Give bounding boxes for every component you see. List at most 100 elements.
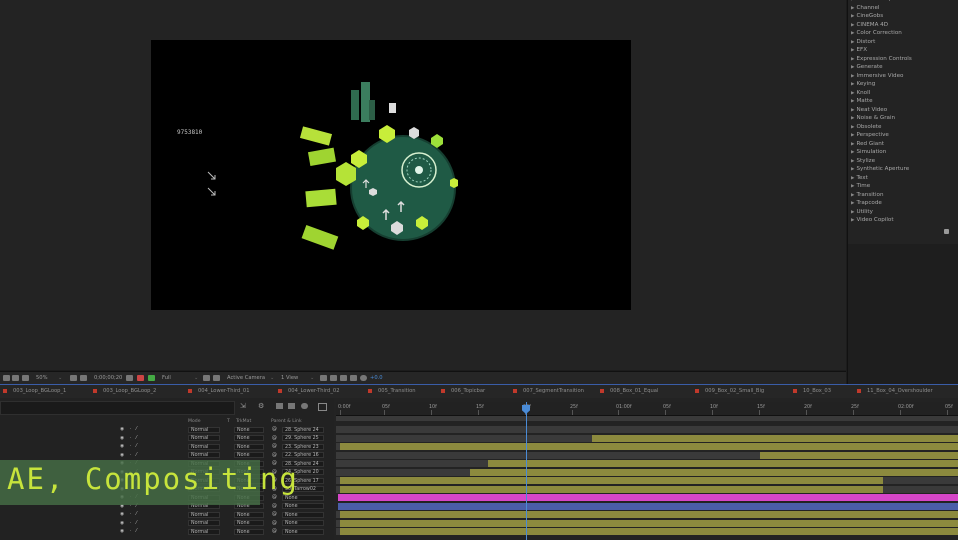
effect-category-item[interactable]: ▶ Matte bbox=[851, 97, 912, 106]
expand-triangle-icon[interactable]: ▶ bbox=[851, 193, 854, 198]
motion-blur-icon[interactable] bbox=[301, 403, 308, 409]
blend-mode-dropdown[interactable]: Normal bbox=[188, 426, 220, 433]
reset-exposure-icon[interactable] bbox=[330, 375, 337, 381]
layer-bar[interactable] bbox=[470, 468, 958, 476]
blend-mode-dropdown[interactable]: Normal bbox=[188, 520, 220, 526]
region-of-interest-icon[interactable] bbox=[203, 375, 210, 381]
camera-snapshot-icon[interactable] bbox=[126, 375, 133, 381]
expand-triangle-icon[interactable]: ▶ bbox=[851, 74, 854, 79]
layer-bar[interactable] bbox=[592, 434, 958, 442]
effect-category-item[interactable]: ▶ Immersive Video bbox=[851, 72, 912, 81]
effect-category-item[interactable]: ▶ CINEMA 4D bbox=[851, 21, 912, 30]
composition-tab[interactable]: 10_Box_03 bbox=[793, 385, 831, 398]
shy-switch-icon[interactable]: ⁄ bbox=[136, 520, 144, 528]
trkmat-dropdown[interactable]: None bbox=[234, 511, 264, 518]
expand-triangle-icon[interactable]: ▶ bbox=[851, 218, 854, 223]
views-chevron-icon[interactable]: ⌄ bbox=[310, 372, 314, 384]
composition-tab[interactable]: 008_Box_01_Equal bbox=[600, 385, 658, 398]
parent-dropdown[interactable]: None bbox=[282, 503, 324, 509]
effect-category-item[interactable]: ▶ Perspective bbox=[851, 131, 912, 140]
current-timecode[interactable]: 0;00;00;20 bbox=[94, 372, 122, 384]
expand-triangle-icon[interactable]: ▶ bbox=[851, 176, 854, 181]
blend-mode-dropdown[interactable]: Normal bbox=[188, 452, 220, 458]
effect-category-item[interactable]: ▶ Knoll bbox=[851, 89, 912, 98]
draft-3d-icon[interactable]: ⚙ bbox=[258, 402, 268, 410]
visibility-eye-icon[interactable]: ◉ bbox=[120, 528, 126, 536]
expand-triangle-icon[interactable]: ▶ bbox=[851, 31, 854, 36]
composition-tab[interactable]: 005_Transition bbox=[368, 385, 416, 398]
parent-dropdown[interactable]: 29. Sphere 25 bbox=[282, 435, 324, 441]
expand-triangle-icon[interactable]: ▶ bbox=[851, 40, 854, 45]
blend-mode-dropdown[interactable]: Normal bbox=[188, 443, 220, 450]
effect-category-item[interactable]: ▶ Color Correction bbox=[851, 29, 912, 38]
resolution-dropdown[interactable]: Full bbox=[162, 372, 171, 384]
effect-category-item[interactable]: ▶ Obsolete bbox=[851, 123, 912, 132]
effect-category-item[interactable]: ▶ Red Giant bbox=[851, 140, 912, 149]
parent-dropdown[interactable]: None bbox=[282, 511, 324, 518]
visibility-eye-icon[interactable]: ◉ bbox=[120, 520, 126, 528]
layer-bar[interactable] bbox=[340, 519, 958, 527]
parent-dropdown[interactable]: 23. Sphere 23 bbox=[282, 443, 324, 450]
trkmat-dropdown[interactable]: None bbox=[234, 520, 264, 526]
layer-row[interactable]: ◉ · ⁄ Normal None @23. Sphere 23 bbox=[0, 443, 334, 451]
layer-row[interactable]: ◉·⁄NormalNone@None bbox=[0, 511, 334, 519]
parent-dropdown[interactable]: None bbox=[282, 528, 324, 535]
layer-row[interactable]: ◉·⁄NormalNone@None bbox=[0, 520, 334, 528]
parent-pickwhip-icon[interactable]: @ bbox=[272, 511, 278, 519]
frame-blending-icon[interactable] bbox=[288, 403, 295, 409]
expand-triangle-icon[interactable]: ▶ bbox=[851, 210, 854, 215]
effect-category-item[interactable]: ▶ Keying bbox=[851, 80, 912, 89]
work-area-bar[interactable] bbox=[336, 416, 958, 421]
expand-triangle-icon[interactable]: ▶ bbox=[851, 116, 854, 121]
effect-category-item[interactable]: ▶ Synthetic Aperture bbox=[851, 165, 912, 174]
expand-triangle-icon[interactable]: ▶ bbox=[851, 108, 854, 113]
expand-triangle-icon[interactable]: ▶ bbox=[851, 48, 854, 53]
trkmat-dropdown[interactable]: None bbox=[234, 528, 264, 535]
composition-tab[interactable]: 007_SegmentTransition bbox=[513, 385, 584, 398]
expand-triangle-icon[interactable]: ▶ bbox=[851, 6, 854, 11]
transparency-grid-icon[interactable] bbox=[213, 375, 220, 381]
visibility-eye-icon[interactable]: ◉ bbox=[120, 443, 126, 451]
layer-bar[interactable] bbox=[340, 511, 958, 518]
comp-flowchart-icon[interactable]: ⇲ bbox=[240, 402, 250, 410]
expand-triangle-icon[interactable]: ▶ bbox=[851, 159, 854, 164]
resolution-chevron-icon[interactable]: ⌄ bbox=[194, 372, 198, 384]
camera-chevron-icon[interactable]: ⌄ bbox=[270, 372, 274, 384]
blend-mode-dropdown[interactable]: Normal bbox=[188, 435, 220, 441]
trkmat-dropdown[interactable]: None bbox=[234, 426, 264, 433]
effect-category-item[interactable]: ▶ Generate bbox=[851, 63, 912, 72]
layer-bar[interactable] bbox=[340, 443, 958, 450]
trkmat-dropdown[interactable]: None bbox=[234, 443, 264, 450]
panel-menu-icon[interactable] bbox=[944, 229, 949, 234]
expand-triangle-icon[interactable]: ▶ bbox=[851, 99, 854, 104]
layer-bar[interactable] bbox=[340, 477, 883, 484]
effect-category-item[interactable]: ▶ Expression Controls bbox=[851, 55, 912, 64]
camera-dropdown[interactable]: Active Camera bbox=[227, 372, 265, 384]
views-dropdown[interactable]: 1 View bbox=[281, 372, 298, 384]
fit-icon[interactable] bbox=[70, 375, 77, 381]
composition-tab[interactable]: 11_Box_04_Overshoulder bbox=[857, 385, 933, 398]
shy-switch-icon[interactable]: ⁄ bbox=[136, 435, 144, 443]
composition-tab[interactable]: 009_Box_02_Small_Big bbox=[695, 385, 764, 398]
shy-switch-icon[interactable]: ⁄ bbox=[136, 452, 144, 460]
layer-bar[interactable] bbox=[338, 494, 958, 501]
effect-category-item[interactable]: ▶ Video Copilot bbox=[851, 216, 912, 225]
expand-triangle-icon[interactable]: ▶ bbox=[851, 150, 854, 155]
shy-layers-icon[interactable] bbox=[276, 403, 283, 409]
timeline-icon[interactable] bbox=[350, 375, 357, 381]
graph-editor-icon[interactable] bbox=[318, 403, 327, 411]
effect-category-item[interactable]: ▶ CineGobs bbox=[851, 12, 912, 21]
parent-pickwhip-icon[interactable]: @ bbox=[272, 503, 278, 511]
color-channel-icon[interactable] bbox=[148, 375, 155, 381]
trkmat-dropdown[interactable]: None bbox=[234, 435, 264, 441]
parent-dropdown[interactable]: 28. Sphere 24 bbox=[282, 426, 324, 433]
effect-category-item[interactable]: ▶ Transition bbox=[851, 191, 912, 200]
parent-pickwhip-icon[interactable]: @ bbox=[272, 528, 278, 536]
composition-tab[interactable]: 004_Lower-Third_01 bbox=[188, 385, 250, 398]
layer-row[interactable]: ◉·⁄NormalNone@28. Sphere 24 bbox=[0, 426, 334, 434]
expand-triangle-icon[interactable]: ▶ bbox=[851, 142, 854, 147]
shy-switch-icon[interactable]: ⁄ bbox=[136, 528, 144, 536]
expand-triangle-icon[interactable]: ▶ bbox=[851, 57, 854, 62]
expand-triangle-icon[interactable]: ▶ bbox=[851, 184, 854, 189]
shy-switch-icon[interactable]: ⁄ bbox=[136, 443, 144, 451]
